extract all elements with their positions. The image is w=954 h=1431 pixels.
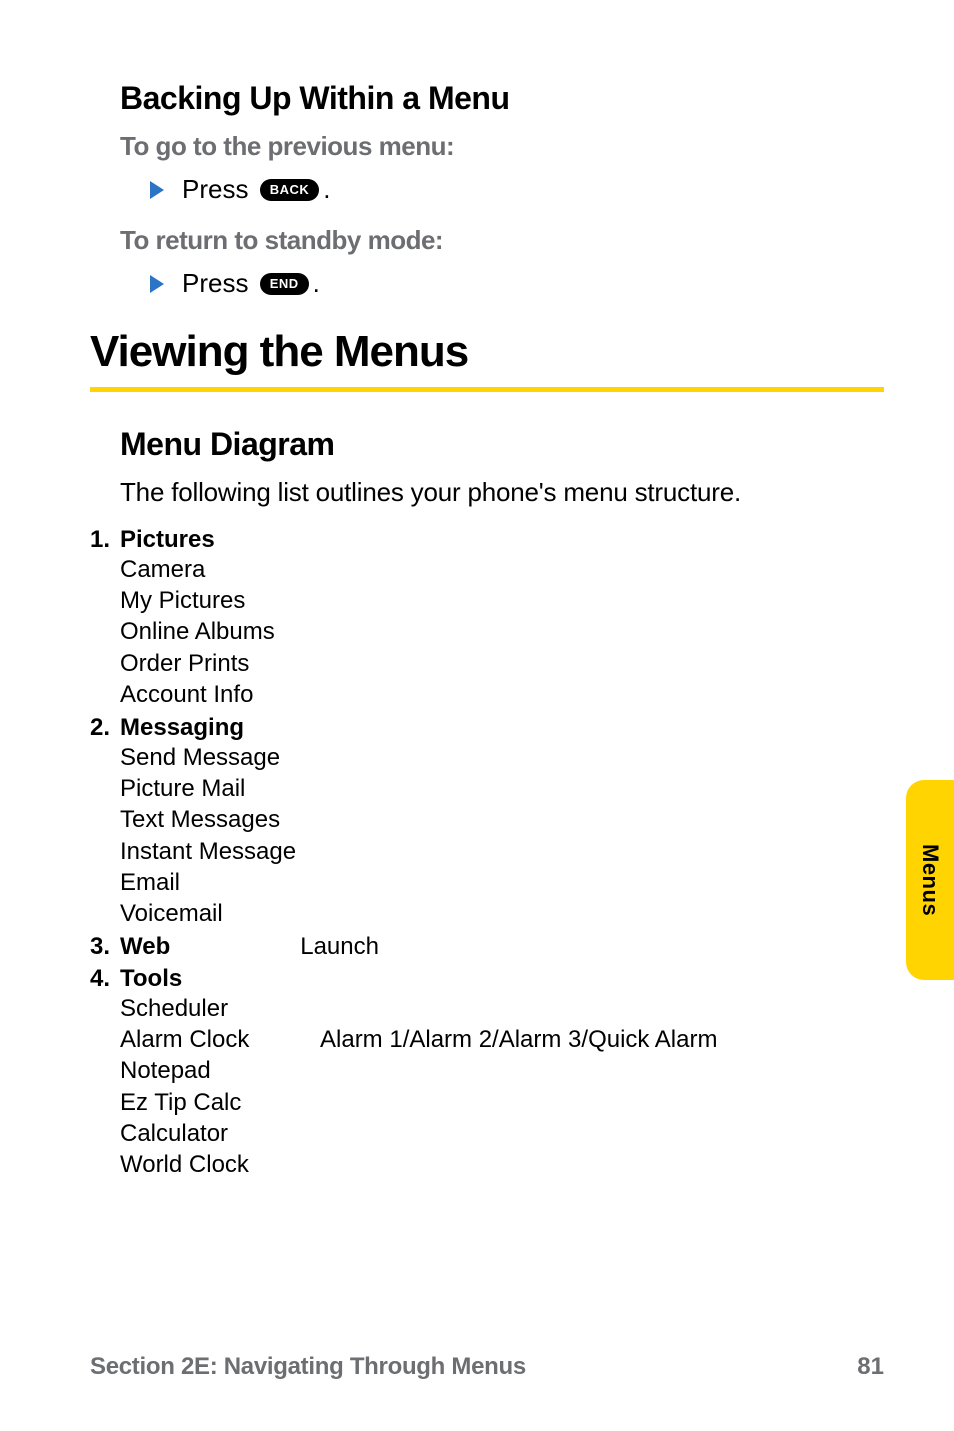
menu-section: 2.MessagingSend MessagePicture MailText … (90, 714, 884, 929)
menu-item-label: Ez Tip Calc (120, 1087, 320, 1118)
menu-item: Ez Tip Calc (120, 1087, 884, 1118)
menu-item-label: Email (120, 867, 320, 898)
menu-item: Order Prints (120, 648, 884, 679)
side-tab-label: Menus (917, 844, 943, 916)
menu-list: 1.PicturesCameraMy PicturesOnline Albums… (90, 526, 884, 1180)
menu-item: Send Message (120, 742, 884, 773)
prev-menu-subhead: To go to the previous menu: (120, 131, 884, 162)
menu-item-label: Send Message (120, 742, 320, 773)
menu-item: Instant Message (120, 836, 884, 867)
viewing-heading: Viewing the Menus (90, 327, 884, 377)
menu-title: Web (120, 933, 170, 961)
press-label: Press (182, 174, 248, 205)
menu-item-label: Notepad (120, 1055, 320, 1086)
period: . (313, 268, 320, 299)
menu-item: Voicemail (120, 898, 884, 929)
standby-step: Press END . (150, 268, 884, 299)
menu-title-row: 1.Pictures (90, 526, 884, 554)
page-footer: Section 2E: Navigating Through Menus 81 (90, 1353, 884, 1381)
backing-up-heading: Backing Up Within a Menu (120, 80, 884, 117)
menu-item: Alarm ClockAlarm 1/Alarm 2/Alarm 3/Quick… (120, 1024, 884, 1055)
press-label: Press (182, 268, 248, 299)
prev-step: Press BACK . (150, 174, 884, 205)
menu-diagram-intro: The following list outlines your phone's… (120, 477, 884, 508)
page: Backing Up Within a Menu To go to the pr… (0, 0, 954, 1431)
menu-item-label: Voicemail (120, 898, 320, 929)
menu-item-label: Account Info (120, 679, 320, 710)
menu-item-label: World Clock (120, 1149, 320, 1180)
menu-section: 4.ToolsSchedulerAlarm ClockAlarm 1/Alarm… (90, 965, 884, 1180)
arrow-right-icon (150, 181, 164, 199)
menu-item: Notepad (120, 1055, 884, 1086)
menu-item-label: Alarm Clock (120, 1024, 320, 1055)
menu-section: 1.PicturesCameraMy PicturesOnline Albums… (90, 526, 884, 710)
menu-item-label: Order Prints (120, 648, 320, 679)
end-key-icon: END (260, 273, 309, 295)
standby-subhead: To return to standby mode: (120, 225, 884, 256)
menu-number: 4. (90, 965, 120, 993)
menu-number: 3. (90, 933, 120, 961)
footer-page-number: 81 (857, 1353, 884, 1381)
menu-item: World Clock (120, 1149, 884, 1180)
menu-item: My Pictures (120, 585, 884, 616)
menu-section: 3.Web Launch (90, 933, 884, 961)
menu-title-row: 3.Web Launch (90, 933, 884, 961)
menu-items: Send MessagePicture MailText MessagesIns… (120, 742, 884, 929)
menu-items: SchedulerAlarm ClockAlarm 1/Alarm 2/Alar… (120, 993, 884, 1180)
menu-item-label: Calculator (120, 1118, 320, 1149)
menu-title-row: 2.Messaging (90, 714, 884, 742)
menu-item-label: Instant Message (120, 836, 320, 867)
menu-item: Account Info (120, 679, 884, 710)
menu-item-label: My Pictures (120, 585, 320, 616)
menu-item-label: Online Albums (120, 616, 320, 647)
menu-item: Calculator (120, 1118, 884, 1149)
arrow-right-icon (150, 275, 164, 293)
menu-item-detail: Alarm 1/Alarm 2/Alarm 3/Quick Alarm (320, 1024, 884, 1055)
menu-title: Tools (120, 965, 182, 993)
back-key-icon: BACK (260, 179, 320, 201)
menu-item-label: Scheduler (120, 993, 320, 1024)
footer-section: Section 2E: Navigating Through Menus (90, 1353, 526, 1381)
menu-item: Scheduler (120, 993, 884, 1024)
menu-item-label: Text Messages (120, 804, 320, 835)
menu-item: Camera (120, 554, 884, 585)
menu-item: Email (120, 867, 884, 898)
menu-title: Pictures (120, 526, 215, 554)
menu-title-detail: Launch (300, 933, 884, 961)
menu-number: 2. (90, 714, 120, 742)
menu-item: Text Messages (120, 804, 884, 835)
menu-item: Picture Mail (120, 773, 884, 804)
menu-item-label: Picture Mail (120, 773, 320, 804)
menu-diagram-heading: Menu Diagram (120, 426, 884, 463)
heading-rule (90, 387, 884, 392)
side-tab: Menus (906, 780, 954, 980)
period: . (323, 174, 330, 205)
menu-number: 1. (90, 526, 120, 554)
menu-title-row: 4.Tools (90, 965, 884, 993)
menu-item: Online Albums (120, 616, 884, 647)
menu-items: CameraMy PicturesOnline AlbumsOrder Prin… (120, 554, 884, 710)
menu-item-label: Camera (120, 554, 320, 585)
menu-title: Messaging (120, 714, 244, 742)
